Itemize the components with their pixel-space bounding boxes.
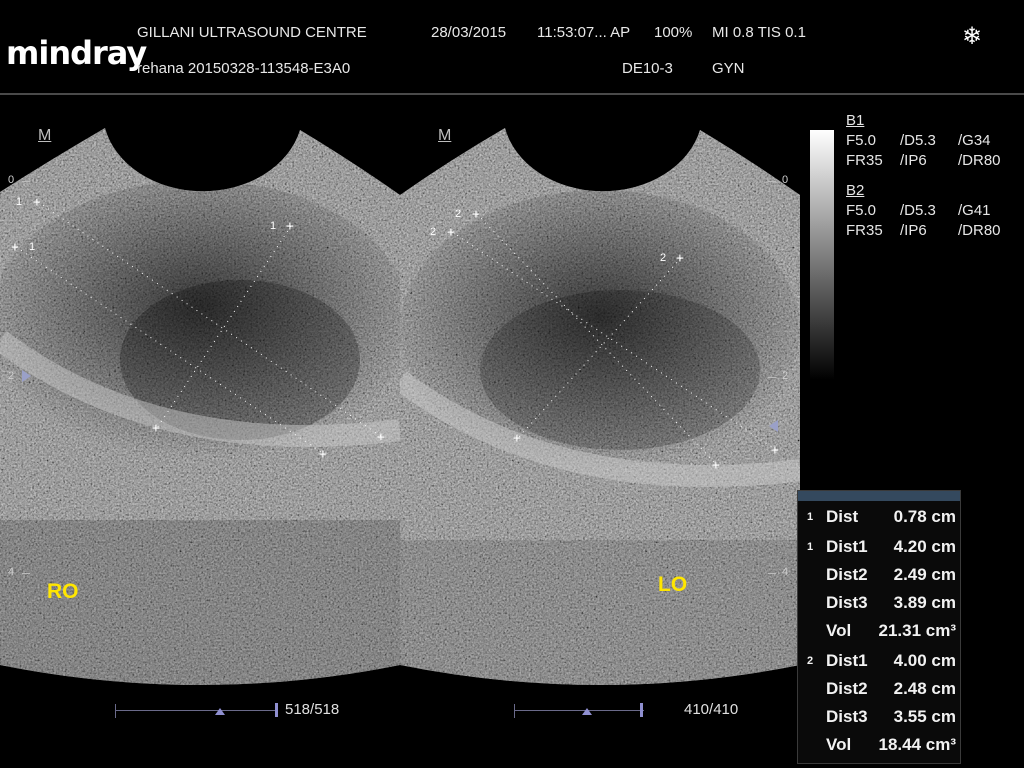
exam-preset: GYN <box>712 60 745 77</box>
param-b1-title: B1 <box>846 112 865 129</box>
caliper-cross[interactable]: + <box>771 444 779 457</box>
depth-tick <box>768 573 776 574</box>
depth-scale-label: 0 <box>782 174 789 186</box>
depth-scale-label: 2 <box>782 370 789 382</box>
depth-scale-label: 4 <box>782 566 789 578</box>
exam-time: 11:53:07... AP <box>537 24 631 41</box>
focus-marker-icon[interactable] <box>769 420 778 432</box>
snowflake-icon[interactable]: ❄ <box>962 22 982 51</box>
orientation-marker: M <box>38 127 52 144</box>
grayscale-bar <box>810 130 834 380</box>
param-value: /IP6 <box>900 152 927 169</box>
param-value: FR35 <box>846 222 883 239</box>
caliper-cross[interactable]: + <box>33 196 41 209</box>
measurement-row: Vol 21.31 cm³ <box>826 621 956 640</box>
measurement-row: Dist3 3.55 cm <box>826 707 956 726</box>
cine-position-icon[interactable] <box>582 708 592 715</box>
cine-frame-counter: 410/410 <box>684 701 739 718</box>
measurement-row: Dist3 3.89 cm <box>826 593 956 612</box>
depth-tick <box>22 181 30 182</box>
acoustic-power: 100% <box>654 24 693 41</box>
caliper-cross[interactable]: + <box>11 241 19 254</box>
caliper-cross[interactable]: + <box>513 432 521 445</box>
depth-scale-label: 0 <box>8 174 15 186</box>
param-value: /G41 <box>958 202 991 219</box>
cine-position-icon[interactable] <box>215 708 225 715</box>
measurement-row: 1 Dist 0.78 cm <box>807 507 956 526</box>
measurement-row: 2 Dist1 4.00 cm <box>807 651 956 670</box>
caliper-cross[interactable]: + <box>472 208 480 221</box>
param-value: /D5.3 <box>900 202 936 219</box>
param-value: /IP6 <box>900 222 927 239</box>
cine-slider-right[interactable]: 410/410 <box>514 701 754 718</box>
caliper-cross[interactable]: + <box>676 252 684 265</box>
caliper-number: 1 <box>16 196 23 208</box>
caliper-cross[interactable]: + <box>377 431 385 444</box>
param-value: /G34 <box>958 132 991 149</box>
caliper-number: 1 <box>29 241 36 253</box>
left-sector-image[interactable] <box>0 96 410 706</box>
measurement-results-panel[interactable]: 1 Dist 0.78 cm 1 Dist1 4.20 cm Dist2 2.49 cm … <box>797 490 961 764</box>
right-sector-image[interactable] <box>400 96 800 706</box>
depth-scale-label: 4 <box>8 566 15 578</box>
mi-tis-readout: MI 0.8 TIS 0.1 <box>712 24 806 41</box>
measurement-row: 1 Dist1 4.20 cm <box>807 537 956 556</box>
depth-tick <box>768 377 776 378</box>
measurement-row: Dist2 2.49 cm <box>826 565 956 584</box>
param-b2-title: B2 <box>846 182 865 199</box>
patient-id: rehana 20150328-113548-E3A0 <box>137 60 351 77</box>
depth-scale-label: 2 <box>8 370 15 382</box>
ultrasound-images <box>0 96 800 706</box>
header-divider <box>0 93 1024 95</box>
caliper-cross[interactable]: + <box>286 220 294 233</box>
cine-handle[interactable] <box>275 703 278 717</box>
brand-logo: mindray <box>6 34 147 72</box>
measurement-row: Dist2 2.48 cm <box>826 679 956 698</box>
image-annotation-lo[interactable]: LO <box>658 573 687 597</box>
param-value: /DR80 <box>958 152 1001 169</box>
caliper-cross[interactable]: + <box>152 422 160 435</box>
centre-name: GILLANI ULTRASOUND CENTRE <box>137 24 367 41</box>
probe-name: DE10-3 <box>622 60 673 77</box>
param-value: FR35 <box>846 152 883 169</box>
caliper-cross[interactable]: + <box>447 226 455 239</box>
image-annotation-ro[interactable]: RO <box>47 580 79 604</box>
param-value: F5.0 <box>846 132 877 149</box>
depth-tick <box>768 181 776 182</box>
caliper-number: 2 <box>455 208 462 220</box>
caliper-number: 1 <box>270 220 277 232</box>
param-value: /D5.3 <box>900 132 936 149</box>
orientation-marker: M <box>438 127 452 144</box>
focus-marker-icon[interactable] <box>22 370 31 382</box>
exam-date: 28/03/2015 <box>431 24 507 41</box>
caliper-cross[interactable]: + <box>319 448 327 461</box>
cine-slider-left[interactable]: 518/518 <box>115 701 355 718</box>
param-value: F5.0 <box>846 202 877 219</box>
caliper-number: 2 <box>430 226 437 238</box>
depth-tick <box>22 573 30 574</box>
cine-handle[interactable] <box>640 703 643 717</box>
caliper-number: 2 <box>660 252 667 264</box>
cine-frame-counter: 518/518 <box>285 701 340 718</box>
caliper-cross[interactable]: + <box>712 459 720 472</box>
param-value: /DR80 <box>958 222 1001 239</box>
measurement-row: Vol 18.44 cm³ <box>826 735 956 754</box>
panel-title-bar[interactable] <box>798 491 960 501</box>
